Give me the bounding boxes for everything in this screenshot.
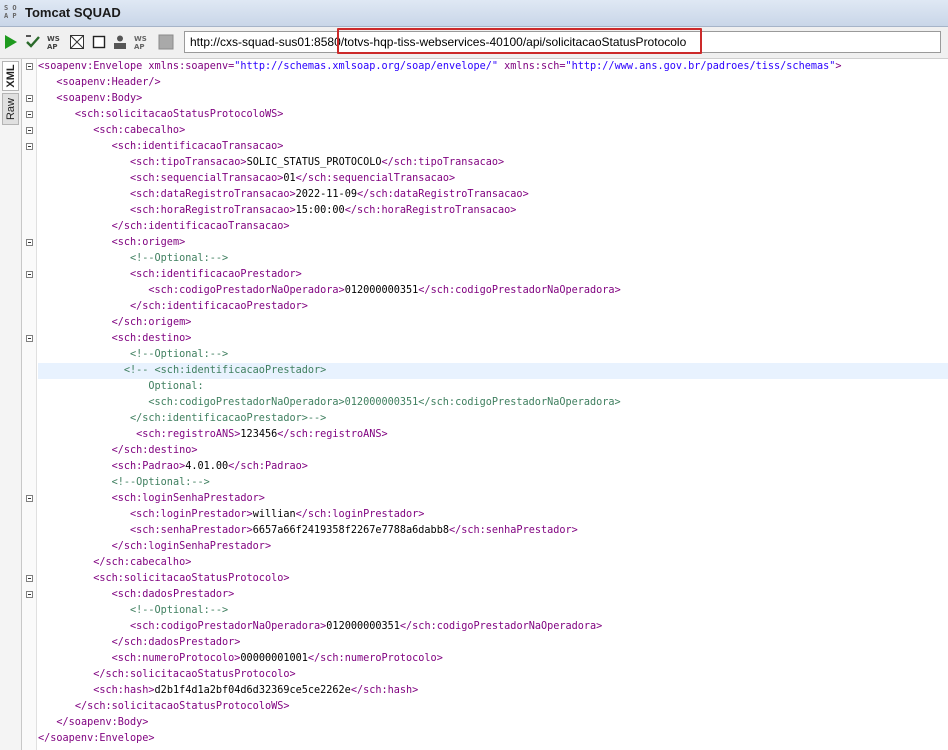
xml-line[interactable]: </soapenv:Body>: [38, 715, 948, 731]
xml-line[interactable]: <sch:codigoPrestadorNaOperadora>01200000…: [38, 283, 948, 299]
xml-line[interactable]: <sch:identificacaoPrestador>: [38, 267, 948, 283]
xml-line[interactable]: </sch:cabecalho>: [38, 555, 948, 571]
xml-line[interactable]: <sch:sequencialTransacao>01</sch:sequenc…: [38, 171, 948, 187]
xml-line[interactable]: <soapenv:Body>: [38, 91, 948, 107]
xml-line[interactable]: <soapenv:Envelope xmlns:soapenv="http://…: [38, 59, 948, 75]
fold-toggle-icon[interactable]: [26, 335, 33, 342]
svg-text:WS: WS: [47, 35, 60, 43]
fold-toggle-icon[interactable]: [26, 127, 33, 134]
xml-line[interactable]: <sch:horaRegistroTransacao>15:00:00</sch…: [38, 203, 948, 219]
xml-editor[interactable]: <soapenv:Envelope xmlns:soapenv="http://…: [38, 59, 948, 750]
tab-xml[interactable]: XML: [2, 61, 19, 91]
xml-line[interactable]: <sch:destino>: [38, 331, 948, 347]
xml-line[interactable]: <sch:numeroProtocolo>00000001001</sch:nu…: [38, 651, 948, 667]
xml-line[interactable]: <sch:codigoPrestadorNaOperadora>01200000…: [38, 619, 948, 635]
editor-gutter: [22, 59, 37, 750]
xml-line[interactable]: <!--Optional:-->: [38, 475, 948, 491]
run-icon[interactable]: [3, 33, 19, 51]
fold-toggle-icon[interactable]: [26, 591, 33, 598]
xml-line[interactable]: <sch:identificacaoTransacao>: [38, 139, 948, 155]
xml-line[interactable]: </sch:identificacaoPrestador>-->: [38, 411, 948, 427]
xml-line[interactable]: <sch:Padrao>4.01.00</sch:Padrao>: [38, 459, 948, 475]
soap-icon[interactable]: WS AP: [134, 33, 150, 51]
format-icon[interactable]: WS AP: [47, 33, 63, 51]
xml-line[interactable]: <soapenv:Header/>: [38, 75, 948, 91]
xml-line[interactable]: <sch:registroANS>123456</sch:registroANS…: [38, 427, 948, 443]
fold-toggle-icon[interactable]: [26, 111, 33, 118]
svg-text:AP: AP: [134, 43, 145, 50]
xml-line[interactable]: Optional:: [38, 379, 948, 395]
xml-line[interactable]: <sch:loginPrestador>willian</sch:loginPr…: [38, 507, 948, 523]
window-titlebar: S OA P Tomcat SQUAD: [0, 0, 948, 27]
url-path-highlight: [337, 28, 702, 54]
window-title: Tomcat SQUAD: [25, 5, 121, 20]
validate-icon[interactable]: [25, 33, 41, 51]
xml-line[interactable]: <sch:senhaPrestador>6657a66f2419358f2267…: [38, 523, 948, 539]
soap-logo: S OA P: [4, 4, 17, 20]
xml-line[interactable]: </sch:destino>: [38, 443, 948, 459]
svg-text:AP: AP: [47, 43, 58, 50]
xml-line[interactable]: <sch:tipoTransacao>SOLIC_STATUS_PROTOCOL…: [38, 155, 948, 171]
xml-line[interactable]: <!-- <sch:identificacaoPrestador>: [38, 363, 948, 379]
grid-icon[interactable]: [69, 33, 85, 51]
xml-line[interactable]: <sch:dadosPrestador>: [38, 587, 948, 603]
xml-line[interactable]: </sch:solicitacaoStatusProtocoloWS>: [38, 699, 948, 715]
fold-toggle-icon[interactable]: [26, 63, 33, 70]
fold-toggle-icon[interactable]: [26, 143, 33, 150]
xml-line[interactable]: </sch:identificacaoPrestador>: [38, 299, 948, 315]
xml-line[interactable]: <sch:dataRegistroTransacao>2022-11-09</s…: [38, 187, 948, 203]
fold-toggle-icon[interactable]: [26, 95, 33, 102]
xml-line[interactable]: <sch:origem>: [38, 235, 948, 251]
xml-line[interactable]: <!--Optional:-->: [38, 251, 948, 267]
xml-line[interactable]: </sch:solicitacaoStatusProtocolo>: [38, 667, 948, 683]
fold-toggle-icon[interactable]: [26, 495, 33, 502]
fold-toggle-icon[interactable]: [26, 271, 33, 278]
fold-toggle-icon[interactable]: [26, 575, 33, 582]
view-tabs-sidebar: XML Raw: [0, 59, 22, 750]
xml-line[interactable]: <sch:hash>d2b1f4d1a2bf04d6d32369ce5ce226…: [38, 683, 948, 699]
xml-line[interactable]: <sch:solicitacaoStatusProtocoloWS>: [38, 107, 948, 123]
xml-line[interactable]: </soapenv:Envelope>: [38, 731, 948, 747]
xml-line[interactable]: <!--Optional:-->: [38, 347, 948, 363]
xml-line[interactable]: </sch:origem>: [38, 315, 948, 331]
xml-line[interactable]: <sch:solicitacaoStatusProtocolo>: [38, 571, 948, 587]
xml-line[interactable]: </sch:loginSenhaPrestador>: [38, 539, 948, 555]
xml-line[interactable]: <!--Optional:-->: [38, 603, 948, 619]
svg-text:WS: WS: [134, 35, 147, 43]
xml-line[interactable]: <sch:loginSenhaPrestador>: [38, 491, 948, 507]
tab-xml-label: XML: [4, 64, 17, 88]
stop-icon[interactable]: [91, 33, 107, 51]
xml-line[interactable]: </sch:identificacaoTransacao>: [38, 219, 948, 235]
xml-line[interactable]: </sch:dadosPrestador>: [38, 635, 948, 651]
user-icon[interactable]: [112, 33, 128, 51]
xml-line[interactable]: <sch:cabecalho>: [38, 123, 948, 139]
fold-toggle-icon[interactable]: [26, 239, 33, 246]
xml-line[interactable]: <sch:codigoPrestadorNaOperadora>01200000…: [38, 395, 948, 411]
square-icon[interactable]: [158, 33, 174, 51]
tab-raw[interactable]: Raw: [2, 93, 19, 125]
tab-raw-label: Raw: [4, 97, 17, 121]
